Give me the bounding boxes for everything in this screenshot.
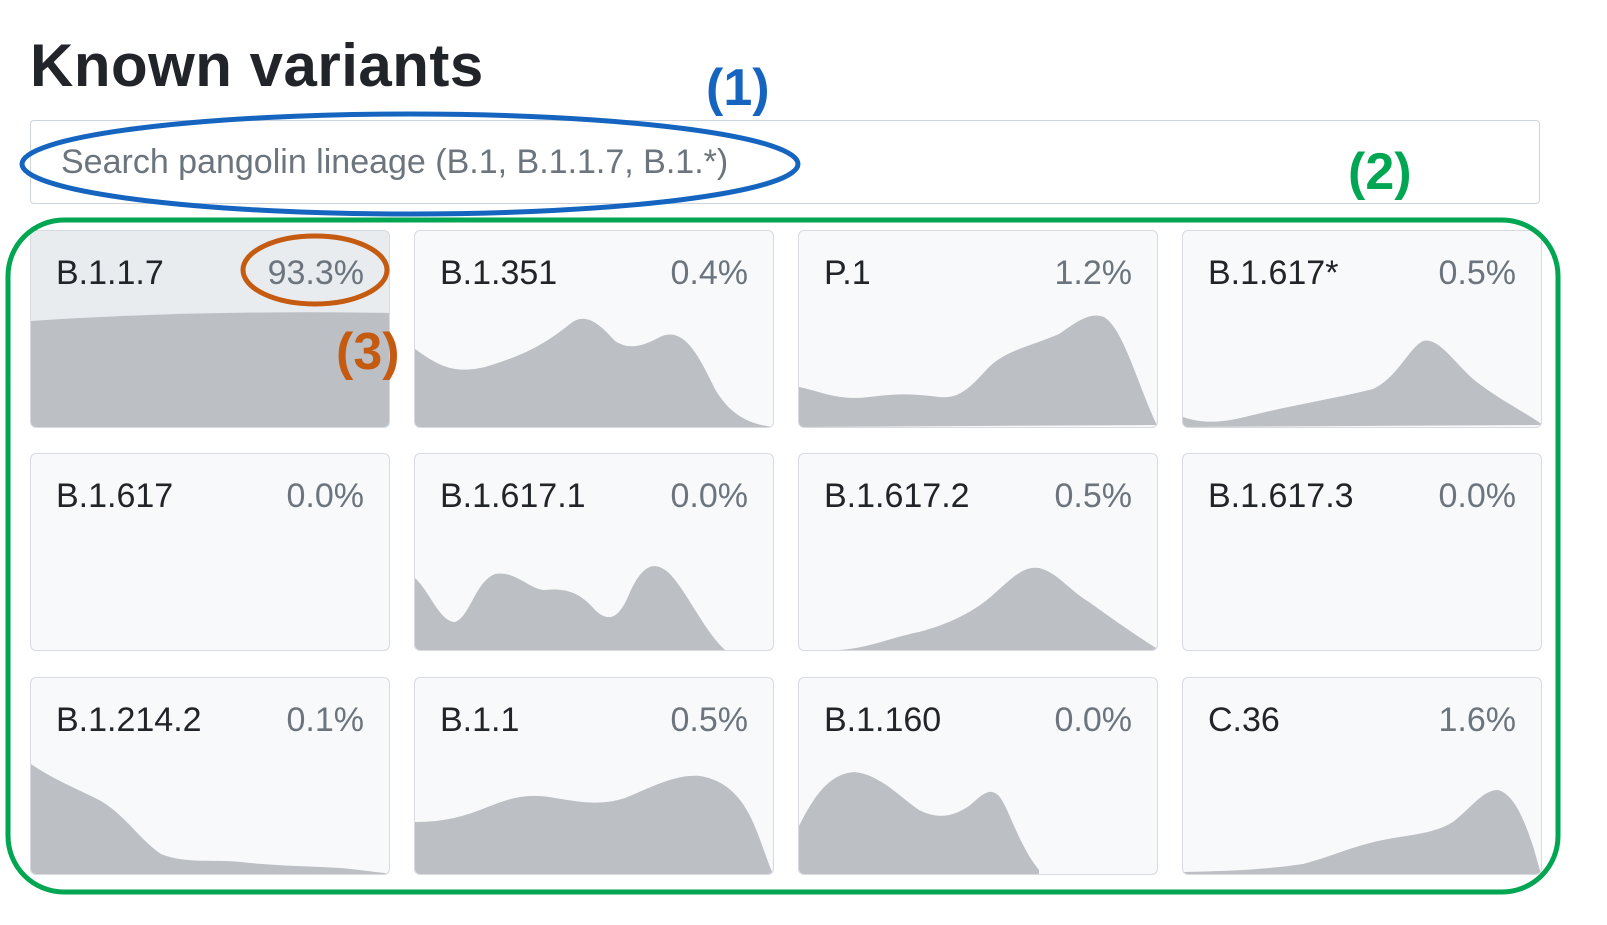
variant-percent: 0.5% bbox=[1438, 254, 1517, 292]
variant-name: B.1.617.1 bbox=[440, 477, 586, 515]
variant-card-b11[interactable]: B.1.1 0.5% bbox=[414, 677, 774, 875]
annotation-label-1: (1) bbox=[706, 59, 770, 117]
variant-percent: 0.5% bbox=[1054, 477, 1133, 515]
variant-name: B.1.351 bbox=[440, 254, 558, 292]
variant-name: B.1.1 bbox=[440, 701, 520, 739]
variant-name: B.1.160 bbox=[824, 701, 942, 739]
variant-name: B.1.1.7 bbox=[56, 254, 164, 292]
annotation-label-2: (2) bbox=[1348, 143, 1412, 201]
variant-card-b16171[interactable]: B.1.617.1 0.0% bbox=[414, 453, 774, 651]
variant-percent: 1.2% bbox=[1054, 254, 1133, 292]
variant-card-b1617-star[interactable]: B.1.617* 0.5% bbox=[1182, 230, 1542, 428]
variant-name: B.1.214.2 bbox=[56, 701, 202, 739]
variant-card-b1617[interactable]: B.1.617 0.0% bbox=[30, 453, 390, 651]
variant-name: C.36 bbox=[1208, 701, 1280, 739]
search-field[interactable] bbox=[30, 120, 1540, 204]
annotation-label-3: (3) bbox=[336, 323, 400, 381]
variant-name: B.1.617.3 bbox=[1208, 477, 1354, 515]
variant-percent: 0.1% bbox=[286, 701, 365, 739]
variant-card-b1160[interactable]: B.1.160 0.0% bbox=[798, 677, 1158, 875]
variant-name: B.1.617.2 bbox=[824, 477, 970, 515]
page-title: Known variants bbox=[30, 32, 484, 99]
variant-name: P.1 bbox=[824, 254, 871, 292]
variant-name: B.1.617 bbox=[56, 477, 174, 515]
variant-percent: 93.3% bbox=[267, 254, 364, 292]
variant-percent: 0.0% bbox=[670, 477, 749, 515]
variant-card-b16173[interactable]: B.1.617.3 0.0% bbox=[1182, 453, 1542, 651]
variant-card-p1[interactable]: P.1 1.2% bbox=[798, 230, 1158, 428]
variant-percent: 0.5% bbox=[670, 701, 749, 739]
variant-card-b12142[interactable]: B.1.214.2 0.1% bbox=[30, 677, 390, 875]
variant-percent: 0.0% bbox=[1054, 701, 1133, 739]
variant-card-b1351[interactable]: B.1.351 0.4% bbox=[414, 230, 774, 428]
variant-percent: 0.0% bbox=[286, 477, 365, 515]
variant-name: B.1.617* bbox=[1208, 254, 1339, 292]
variant-percent: 1.6% bbox=[1438, 701, 1517, 739]
search-input[interactable] bbox=[31, 121, 1539, 203]
variant-card-b16172[interactable]: B.1.617.2 0.5% bbox=[798, 453, 1158, 651]
variant-card-c36[interactable]: C.36 1.6% bbox=[1182, 677, 1542, 875]
variant-percent: 0.4% bbox=[670, 254, 749, 292]
variant-percent: 0.0% bbox=[1438, 477, 1517, 515]
